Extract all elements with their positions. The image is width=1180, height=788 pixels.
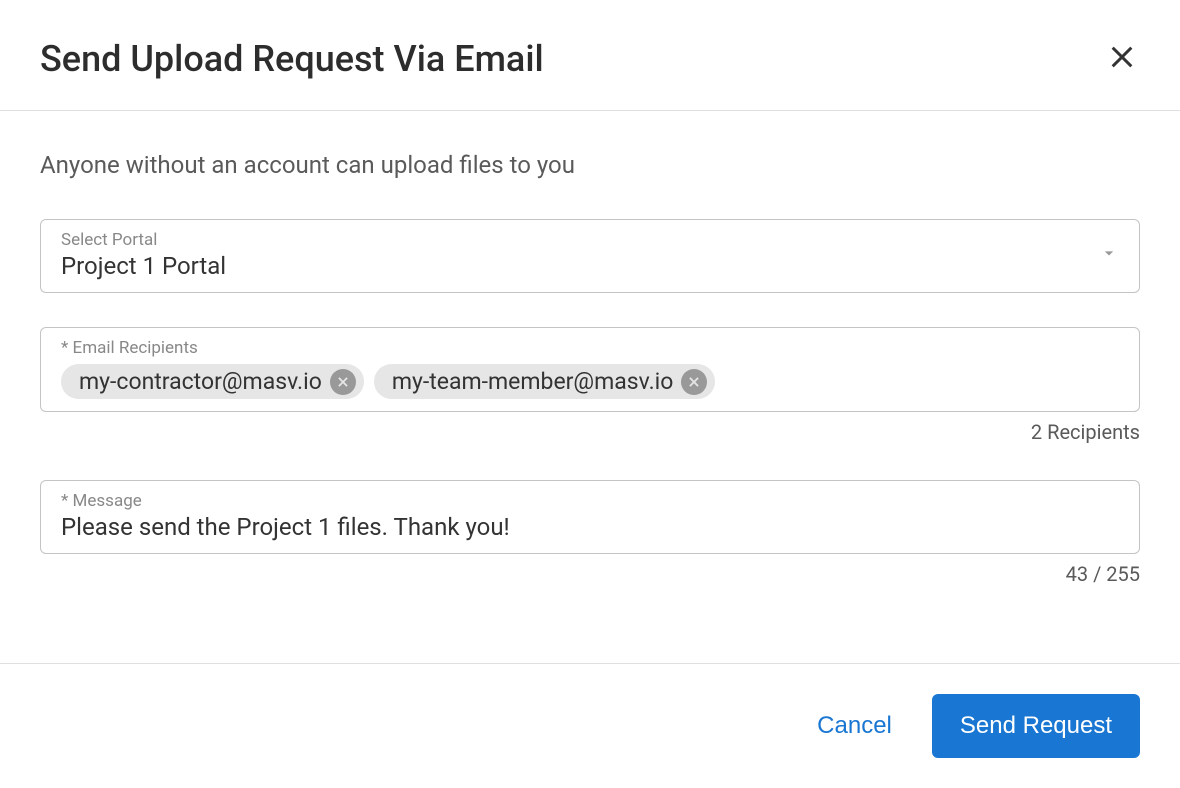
dialog-title: Send Upload Request Via Email bbox=[40, 38, 544, 80]
dialog-footer: Cancel Send Request bbox=[0, 663, 1180, 788]
recipient-chips: my-contractor@masv.io my-team-member@mas… bbox=[61, 364, 1119, 399]
remove-recipient-button[interactable] bbox=[681, 369, 707, 395]
message-counter: 43 / 255 bbox=[40, 562, 1140, 586]
select-portal-field[interactable]: Select Portal Project 1 Portal bbox=[40, 219, 1140, 293]
send-request-button[interactable]: Send Request bbox=[932, 694, 1140, 758]
send-upload-request-dialog: Send Upload Request Via Email Anyone wit… bbox=[0, 0, 1180, 788]
cancel-button[interactable]: Cancel bbox=[807, 698, 902, 754]
close-icon bbox=[1108, 56, 1136, 75]
recipient-chip-label: my-team-member@masv.io bbox=[392, 368, 674, 395]
message-label: * Message bbox=[61, 491, 1119, 511]
dialog-subtitle: Anyone without an account can upload fil… bbox=[40, 151, 1140, 179]
close-icon bbox=[336, 368, 350, 395]
message-value: Please send the Project 1 files. Thank y… bbox=[61, 513, 1119, 541]
recipient-chip-label: my-contractor@masv.io bbox=[79, 368, 322, 395]
recipients-counter: 2 Recipients bbox=[40, 420, 1140, 444]
recipient-chip: my-contractor@masv.io bbox=[61, 364, 364, 399]
select-portal-label: Select Portal bbox=[61, 230, 1099, 250]
close-button[interactable] bbox=[1104, 39, 1140, 79]
remove-recipient-button[interactable] bbox=[330, 369, 356, 395]
message-field[interactable]: * Message Please send the Project 1 file… bbox=[40, 480, 1140, 554]
dialog-header: Send Upload Request Via Email bbox=[0, 0, 1180, 111]
select-portal-value: Project 1 Portal bbox=[61, 252, 1099, 280]
email-recipients-field[interactable]: * Email Recipients my-contractor@masv.io bbox=[40, 327, 1140, 412]
chevron-down-icon bbox=[1099, 243, 1119, 267]
email-recipients-label: * Email Recipients bbox=[61, 338, 1119, 358]
close-icon bbox=[687, 368, 701, 395]
recipient-chip: my-team-member@masv.io bbox=[374, 364, 716, 399]
select-portal-inner: Select Portal Project 1 Portal bbox=[61, 230, 1099, 280]
dialog-content: Anyone without an account can upload fil… bbox=[0, 111, 1180, 663]
